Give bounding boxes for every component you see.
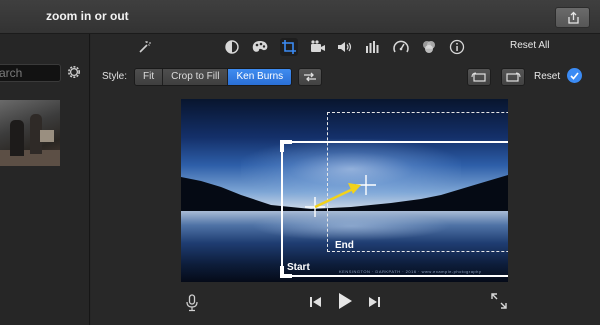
volume-icon[interactable] [336, 38, 354, 56]
style-ken-burns-button[interactable]: Ken Burns [228, 69, 292, 85]
motion-arrow [314, 183, 361, 209]
equalizer-icon[interactable] [364, 38, 382, 56]
search-input[interactable] [0, 64, 61, 82]
checkmark-icon [570, 71, 579, 80]
viewer-pane: Reset All Style: Fit Crop to Fill Ken Bu… [91, 34, 600, 325]
viewer-canvas[interactable]: KENSINGTON · DARKPATH · 2016 · www.examp… [181, 99, 508, 282]
swap-start-end-button[interactable] [298, 68, 322, 86]
style-fit-button[interactable]: Fit [135, 69, 164, 85]
color-correction-palette-icon[interactable] [251, 38, 269, 56]
rotate-right-icon [506, 72, 521, 82]
info-icon[interactable] [448, 38, 466, 56]
style-crop-to-fill-button[interactable]: Crop to Fill [163, 69, 229, 85]
skip-back-icon[interactable] [309, 296, 323, 308]
swap-icon [304, 72, 316, 82]
fullscreen-icon[interactable] [491, 293, 507, 309]
rotate-right-button[interactable] [501, 68, 525, 86]
apply-checkmark-button[interactable] [567, 68, 582, 83]
play-icon[interactable] [337, 292, 353, 310]
magic-wand-icon[interactable] [135, 38, 153, 56]
filter-icon[interactable] [420, 38, 438, 56]
title-bar: zoom in or out [0, 0, 600, 34]
window-title: zoom in or out [46, 9, 129, 23]
gear-icon[interactable] [66, 64, 82, 80]
camera-icon[interactable] [309, 38, 327, 56]
media-browser [0, 34, 90, 325]
microphone-icon[interactable] [185, 294, 199, 312]
share-icon [568, 11, 579, 24]
style-label: Style: [102, 71, 128, 82]
clip-thumbnail[interactable] [0, 100, 60, 166]
rotate-left-icon [471, 72, 486, 82]
motion-path [305, 175, 376, 217]
speed-icon[interactable] [392, 38, 410, 56]
reset-all-button[interactable]: Reset All [510, 40, 549, 51]
crop-icon[interactable] [280, 38, 298, 56]
color-balance-icon[interactable] [223, 38, 241, 56]
rotate-left-button[interactable] [467, 68, 491, 86]
skip-forward-icon[interactable] [367, 296, 381, 308]
reset-button[interactable]: Reset [534, 71, 560, 82]
share-button[interactable] [555, 7, 590, 28]
crop-style-control: Fit Crop to Fill Ken Burns [134, 68, 293, 86]
